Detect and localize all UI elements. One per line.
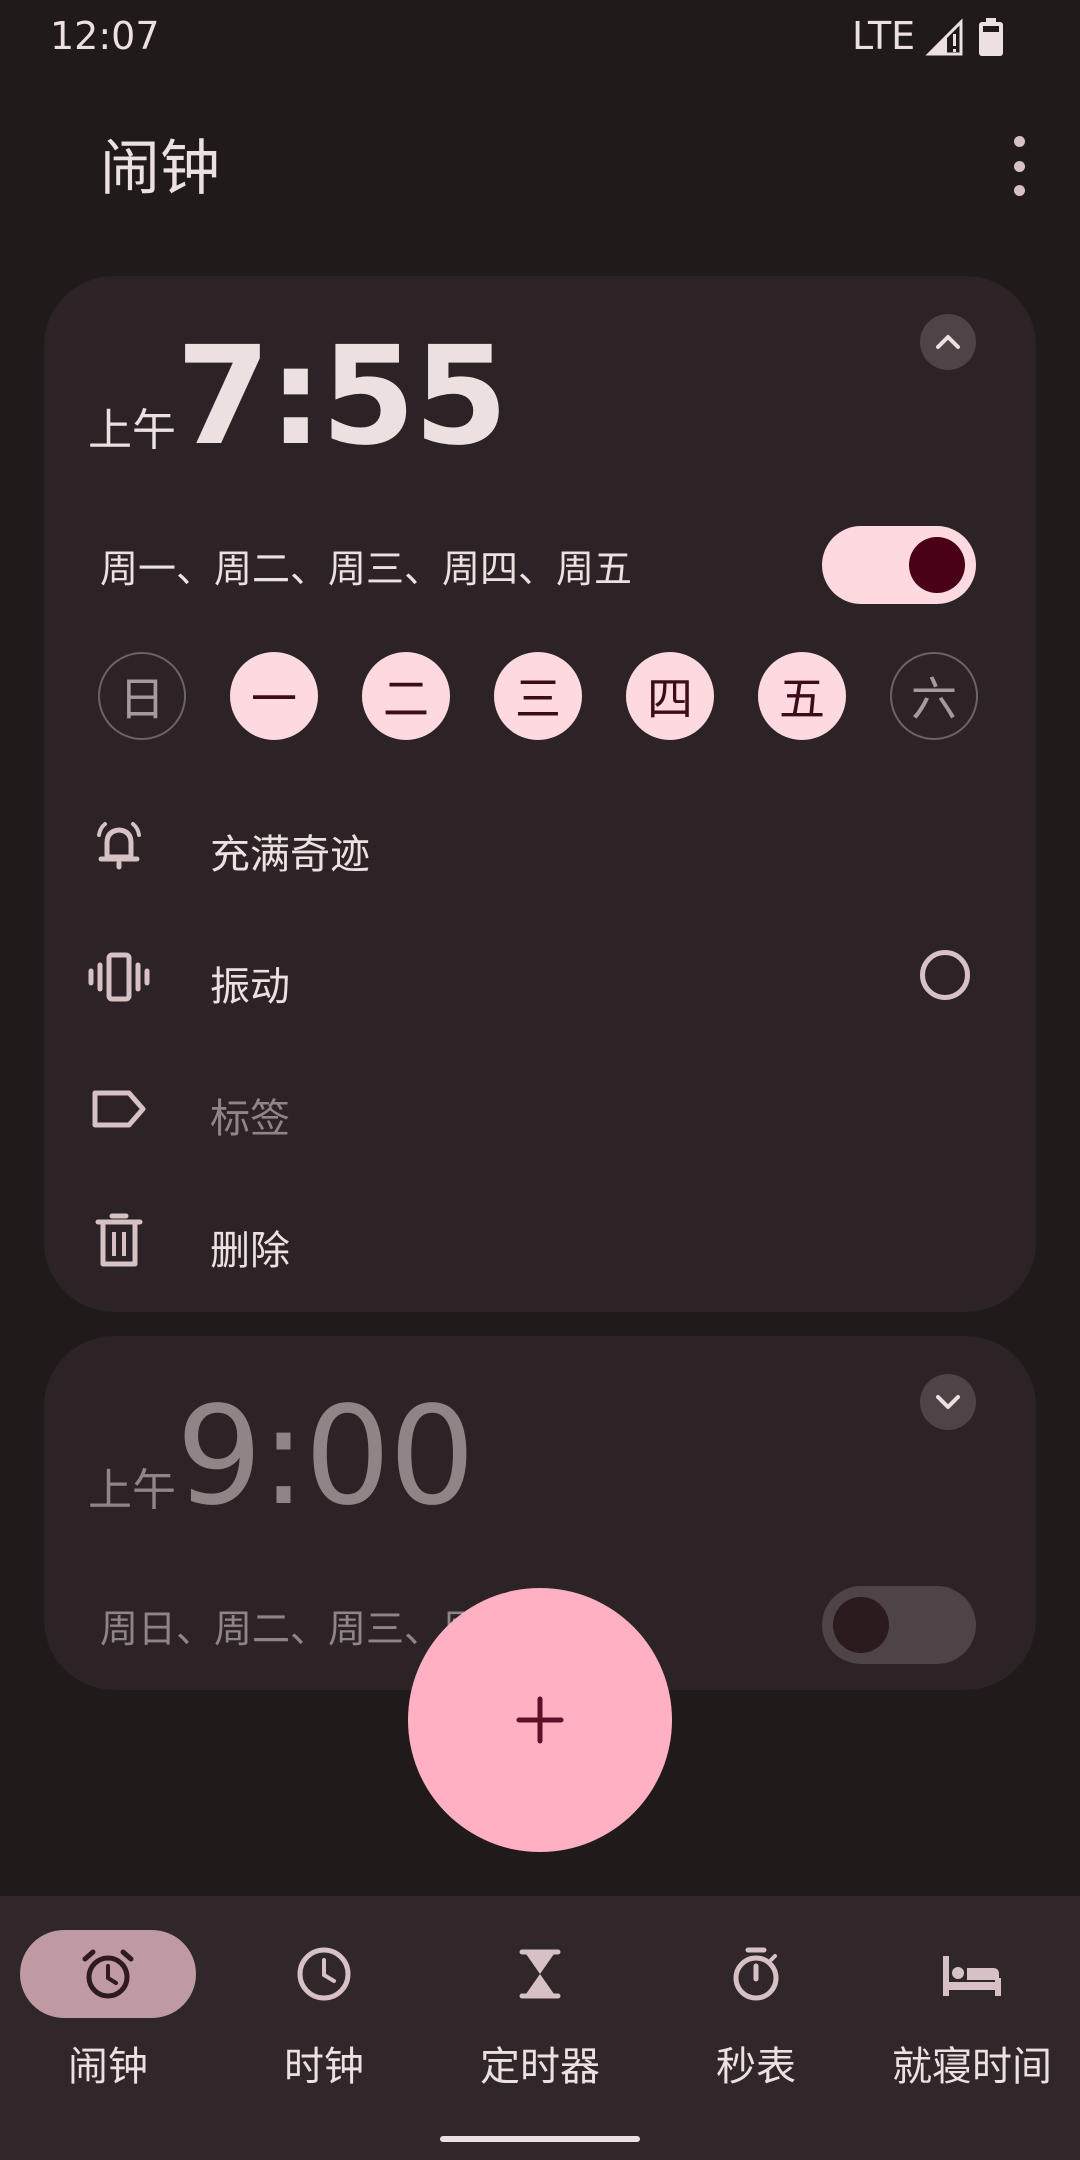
vibration-icon	[84, 942, 154, 1012]
alarm-days-summary: 周日、周二、周三、周	[100, 1607, 481, 1651]
nav-label: 就寝时间	[892, 2044, 1052, 2090]
switch-knob	[909, 537, 965, 593]
nav-label: 定时器	[480, 2044, 600, 2090]
nav-label: 秒表	[716, 2044, 796, 2090]
signal-icon	[925, 18, 965, 62]
weekday-chip-sun[interactable]: 日	[98, 652, 186, 740]
delete-row[interactable]: 删除	[84, 1192, 984, 1292]
label-row[interactable]: 标签	[84, 1060, 984, 1160]
alarm-time[interactable]: 9:00	[176, 1378, 475, 1536]
vibrate-row[interactable]: 振动	[84, 928, 984, 1028]
alarm-bell-icon	[84, 810, 154, 880]
page-title: 闹钟	[100, 134, 220, 204]
vibrate-checkbox[interactable]	[920, 950, 970, 1000]
delete-label: 删除	[210, 1228, 290, 1274]
alarm-card[interactable]: 上午 7:55 周一、周二、周三、周四、周五 日 一 二 三 四 五 六 充满奇…	[44, 276, 1036, 1312]
nav-label: 时钟	[284, 2044, 364, 2090]
alarm-enable-switch[interactable]	[822, 526, 976, 604]
trash-icon	[84, 1206, 154, 1276]
status-time: 12:07	[50, 14, 160, 58]
nav-item-timer[interactable]: 定时器	[432, 1930, 648, 2100]
expand-button[interactable]	[920, 1374, 976, 1430]
alarm-icon	[82, 1949, 134, 1999]
chevron-up-icon	[936, 335, 960, 349]
weekday-chip-wed[interactable]: 三	[494, 652, 582, 740]
ringtone-label: 充满奇迹	[210, 832, 370, 878]
weekday-chip-tue[interactable]: 二	[362, 652, 450, 740]
weekday-chip-mon[interactable]: 一	[230, 652, 318, 740]
alarm-days-summary: 周一、周二、周三、周四、周五	[100, 547, 633, 591]
bottom-navigation: 闹钟 时钟 定时器 秒表 就寝时间	[0, 1896, 1080, 2160]
ringtone-row[interactable]: 充满奇迹	[84, 796, 984, 896]
nav-label: 闹钟	[68, 2044, 148, 2090]
battery-icon	[978, 18, 1004, 62]
bed-icon	[943, 1956, 1001, 1996]
nav-item-bedtime[interactable]: 就寝时间	[864, 1930, 1080, 2100]
nav-item-clock[interactable]: 时钟	[216, 1930, 432, 2100]
collapse-button[interactable]	[920, 314, 976, 370]
vibrate-label: 振动	[210, 964, 290, 1010]
nav-item-alarm[interactable]: 闹钟	[0, 1930, 216, 2100]
weekday-chip-sat[interactable]: 六	[890, 652, 978, 740]
alarm-ampm: 上午	[88, 405, 176, 456]
network-type: LTE	[852, 14, 916, 58]
add-alarm-button[interactable]	[408, 1588, 672, 1852]
label-placeholder: 标签	[210, 1096, 290, 1142]
alarm-enable-switch[interactable]	[822, 1586, 976, 1664]
hourglass-icon	[519, 1949, 561, 1999]
switch-knob	[833, 1597, 889, 1653]
label-tag-icon	[84, 1074, 154, 1144]
gesture-navigation-bar[interactable]	[440, 2136, 640, 2142]
chevron-down-icon	[936, 1395, 960, 1409]
alarm-ampm: 上午	[88, 1465, 176, 1516]
alarm-time[interactable]: 7:55	[176, 318, 508, 476]
weekday-chip-fri[interactable]: 五	[758, 652, 846, 740]
weekday-chip-thu[interactable]: 四	[626, 652, 714, 740]
stopwatch-icon	[733, 1947, 779, 2001]
more-options-button[interactable]	[996, 136, 1042, 196]
nav-item-stopwatch[interactable]: 秒表	[648, 1930, 864, 2100]
more-vert-icon	[1013, 136, 1025, 147]
plus-icon	[516, 1696, 564, 1744]
clock-icon	[297, 1947, 351, 2001]
